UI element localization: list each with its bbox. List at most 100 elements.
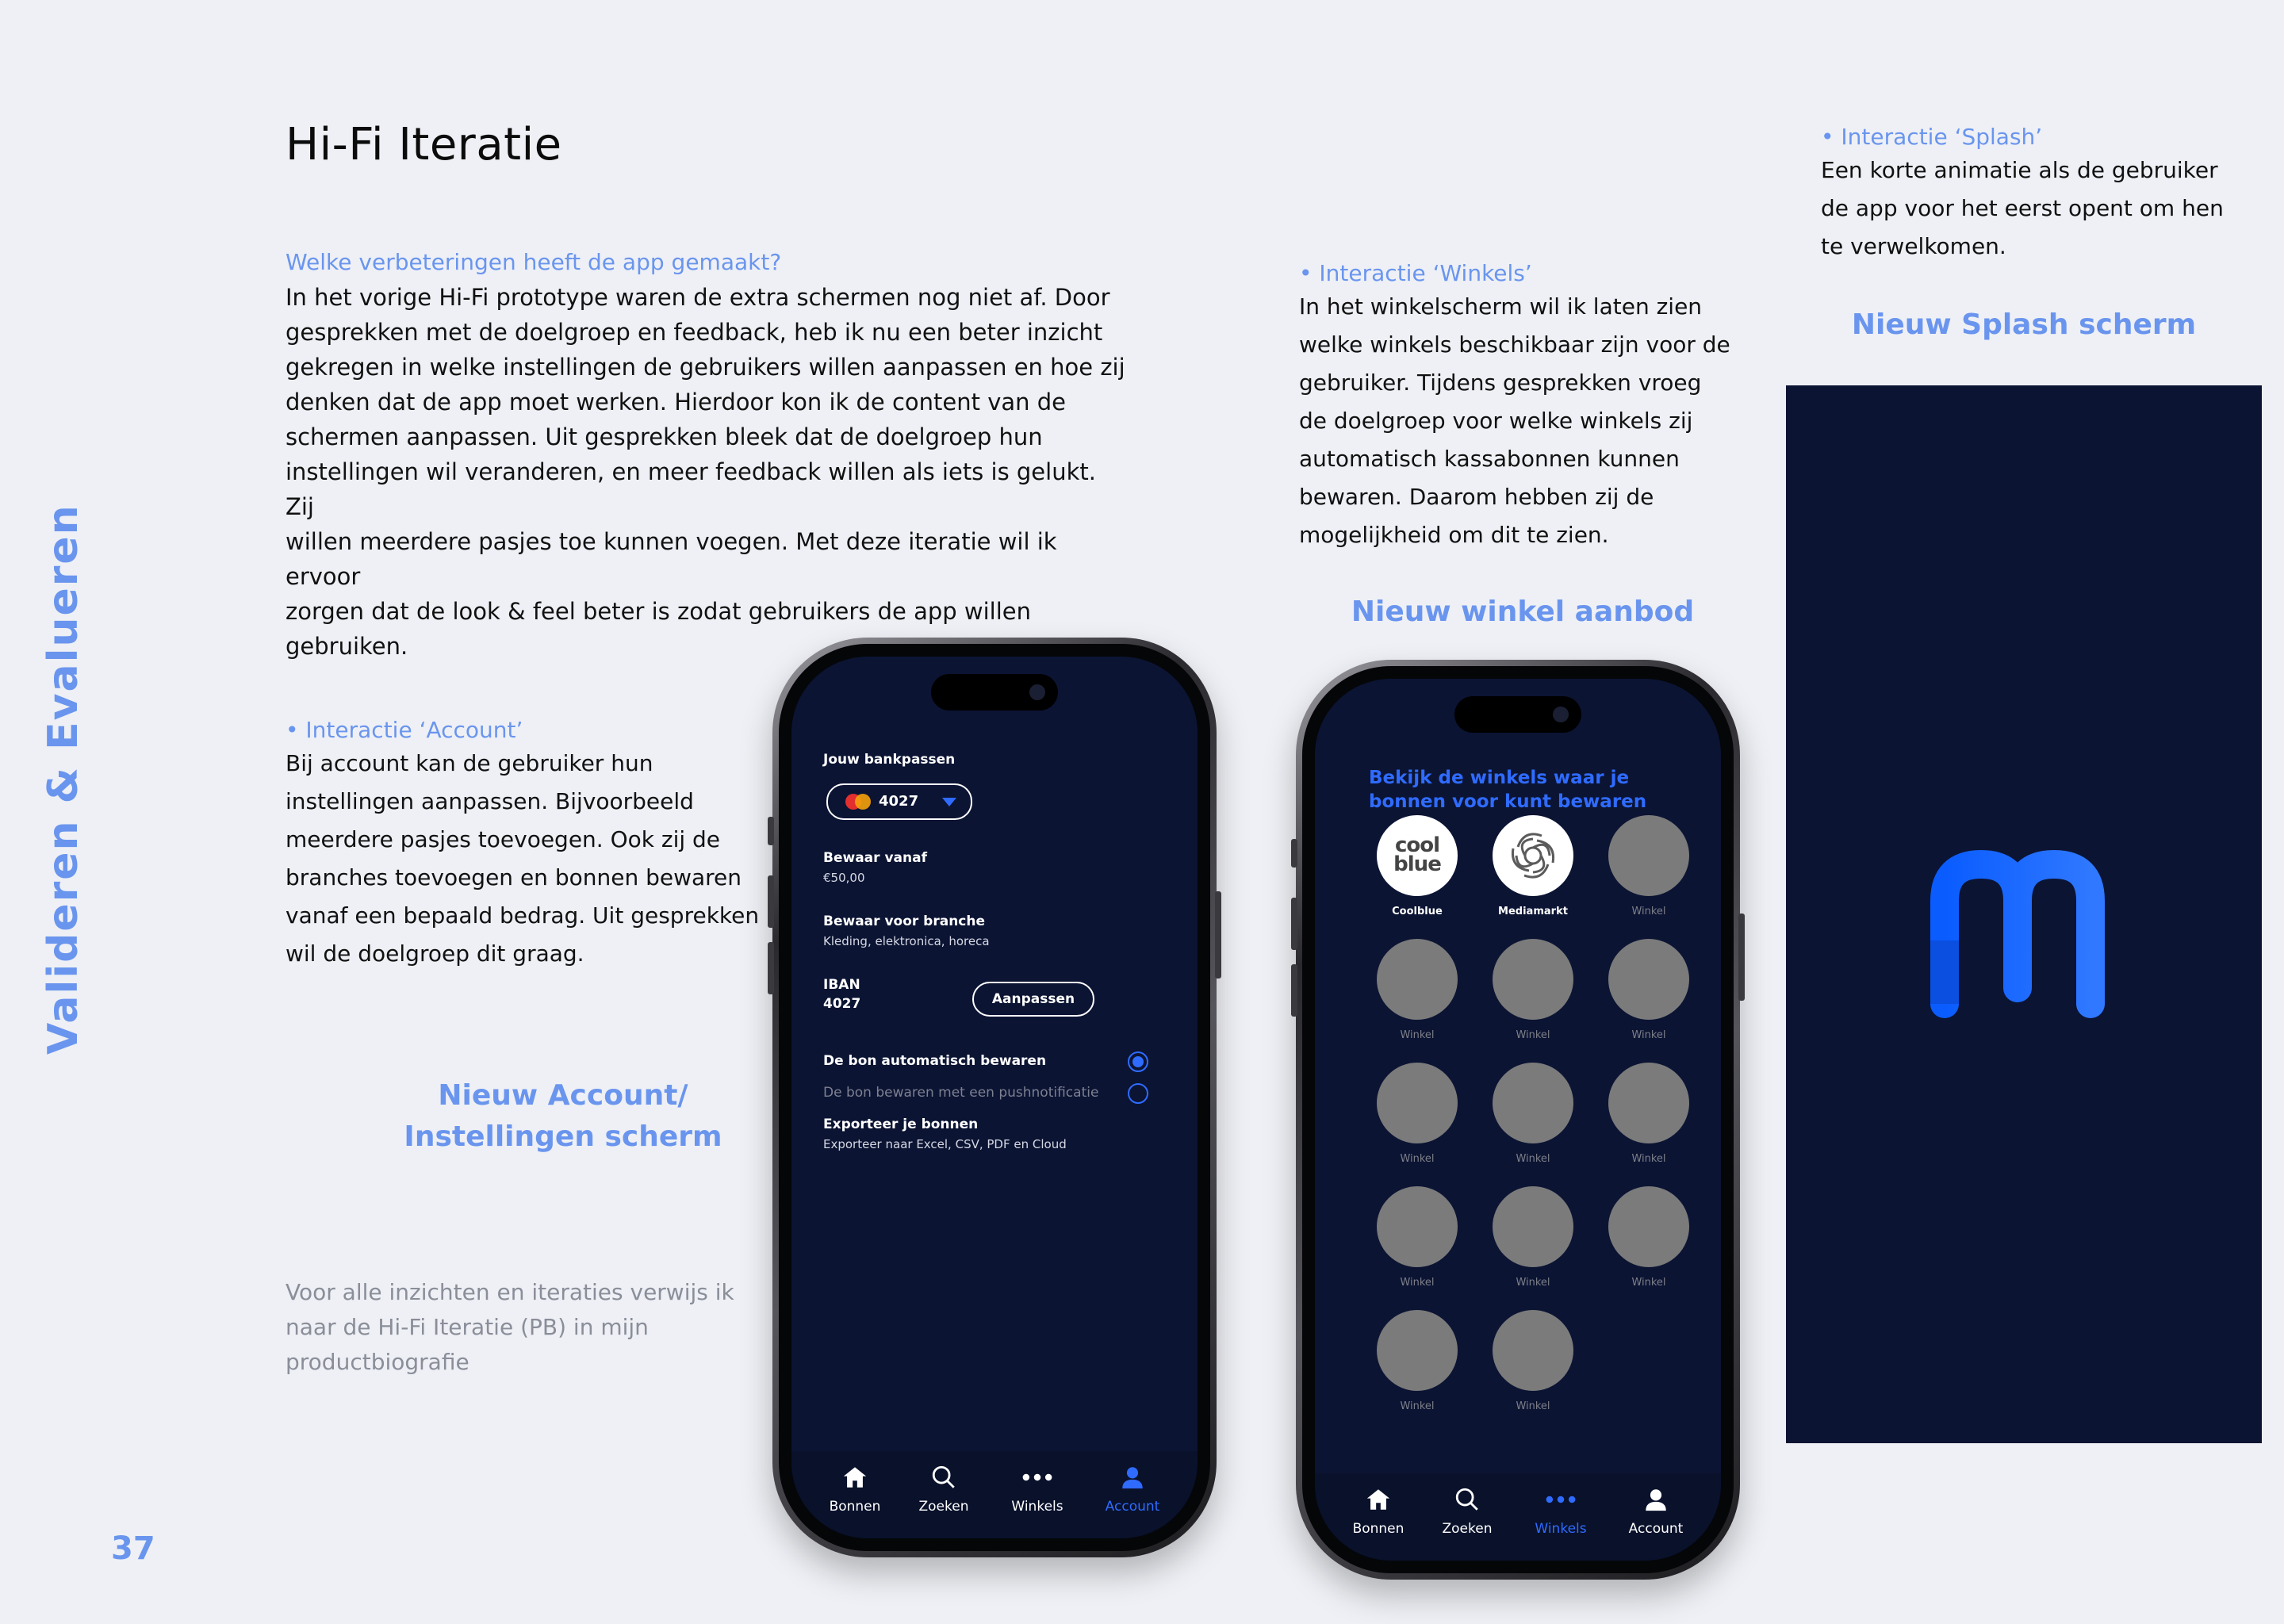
note-line: naar de Hi-Fi Iteratie (PB) in mijn [286, 1314, 649, 1340]
store-item[interactable]: Winkel [1605, 815, 1692, 917]
iban-label: IBAN [823, 977, 860, 993]
splash-section: • Interactie ‘Splash’ Een korte animatie… [1821, 124, 2265, 266]
store-name: Mediamarkt [1498, 906, 1568, 917]
winkels-section: • Interactie ‘Winkels’ In het winkelsche… [1299, 260, 1743, 554]
intro-line: willen meerdere pasjes toe kunnen voegen… [286, 528, 1057, 590]
tab-zoeken[interactable]: Zoeken [1428, 1486, 1507, 1537]
winkels-line: de doelgroep voor welke winkels zij [1299, 408, 1693, 434]
splash-line: Een korte animatie als de gebruiker [1821, 157, 2218, 183]
tab-label: Account [1628, 1521, 1684, 1537]
store-name: Winkel [1631, 1277, 1666, 1289]
store-item[interactable]: Winkel [1605, 939, 1692, 1041]
user-icon [1093, 1464, 1172, 1496]
store-placeholder [1493, 939, 1573, 1020]
more-dots-icon [998, 1464, 1077, 1496]
store-item[interactable]: Winkel [1489, 1186, 1577, 1289]
radio-push-save[interactable] [1128, 1083, 1148, 1104]
tab-label: Winkels [1535, 1521, 1587, 1537]
save-from-value[interactable]: €50,00 [823, 871, 865, 885]
home-icon [815, 1464, 895, 1496]
store-item[interactable]: Winkel [1489, 1063, 1577, 1165]
store-item[interactable]: Winkel [1374, 939, 1461, 1041]
store-placeholder [1377, 939, 1458, 1020]
store-placeholder [1493, 1063, 1573, 1143]
store-name: Winkel [1516, 1029, 1550, 1041]
account-line: Bij account kan de gebruiker hun [286, 750, 653, 776]
tab-account[interactable]: Account [1616, 1486, 1696, 1537]
store-name: Winkel [1516, 1153, 1550, 1165]
tab-label: Zoeken [918, 1499, 969, 1515]
cards-label: Jouw bankpassen [823, 752, 956, 768]
intro-line: gesprekken met de doelgroep en feedback,… [286, 319, 1103, 346]
store-name: Winkel [1516, 1277, 1550, 1289]
intro-line: gekregen in welke instellingen de gebrui… [286, 354, 1125, 381]
branch-label: Bewaar voor branche [823, 914, 986, 929]
stores-title: Bekijk de winkels waar je bonnen voor ku… [1369, 768, 1647, 812]
splash-paragraph: Een korte animatie als de gebruiker de a… [1821, 151, 2265, 266]
adjust-button[interactable]: Aanpassen [972, 982, 1094, 1017]
winkels-caption: Nieuw winkel aanbod [1351, 596, 1695, 628]
option-auto-save: De bon automatisch bewaren [823, 1053, 1047, 1069]
user-icon [1616, 1486, 1696, 1518]
radio-auto-save[interactable] [1128, 1051, 1148, 1072]
store-placeholder [1608, 1063, 1689, 1143]
search-icon [1428, 1486, 1507, 1518]
export-label[interactable]: Exporteer je bonnen [823, 1116, 978, 1132]
account-paragraph: Bij account kan de gebruiker hun instell… [286, 745, 761, 973]
store-placeholder [1493, 1186, 1573, 1267]
phone-stores: Bekijk de winkels waar je bonnen voor ku… [1291, 660, 1745, 1580]
store-mediamarkt[interactable]: Mediamarkt [1489, 815, 1577, 917]
store-item[interactable]: Winkel [1489, 939, 1577, 1041]
stores-tabbar: Bonnen Zoeken Winkels Account [1315, 1473, 1721, 1561]
phone-account: Jouw bankpassen 4027 Bewaar vanaf €50,00… [768, 638, 1221, 1557]
page-title: Hi-Fi Iteratie [286, 119, 562, 170]
store-name: Winkel [1631, 1153, 1666, 1165]
account-caption: Nieuw Account/ Instellingen scherm [365, 1075, 761, 1158]
bank-card-select[interactable]: 4027 [826, 783, 972, 820]
account-line: vanaf een bepaald bedrag. Uit gesprekken [286, 902, 760, 929]
stores-screen: Bekijk de winkels waar je bonnen voor ku… [1315, 679, 1721, 1561]
store-name: Winkel [1400, 1400, 1435, 1412]
winkels-heading: • Interactie ‘Winkels’ [1299, 260, 1532, 286]
app-logo-m [1930, 849, 2105, 1018]
store-item[interactable]: Winkel [1374, 1063, 1461, 1165]
splash-caption: Nieuw Splash scherm [1851, 308, 2197, 341]
splash-screen [1786, 385, 2262, 1443]
store-placeholder [1608, 815, 1689, 896]
store-item[interactable]: Winkel [1374, 1310, 1461, 1412]
tab-account[interactable]: Account [1093, 1464, 1172, 1515]
branch-value[interactable]: Kleding, elektronica, horeca [823, 934, 990, 948]
export-value: Exporteer naar Excel, CSV, PDF en Cloud [823, 1137, 1067, 1151]
splash-line: de app voor het eerst opent om hen [1821, 195, 2224, 221]
account-section: • Interactie ‘Account’ Bij account kan d… [286, 717, 761, 973]
store-coolblue[interactable]: cool blue Coolblue [1374, 815, 1461, 917]
store-item[interactable]: Winkel [1605, 1063, 1692, 1165]
store-name: Winkel [1631, 906, 1666, 917]
tab-winkels[interactable]: Winkels [1521, 1486, 1600, 1537]
card-number: 4027 [879, 793, 919, 810]
store-placeholder [1377, 1186, 1458, 1267]
tab-bonnen[interactable]: Bonnen [1339, 1486, 1418, 1537]
store-name: Winkel [1631, 1029, 1666, 1041]
store-item[interactable]: Winkel [1489, 1310, 1577, 1412]
tab-label: Zoeken [1442, 1521, 1493, 1537]
intro-question: Welke verbeteringen heeft de app gemaakt… [286, 249, 782, 275]
intro-block: Welke verbeteringen heeft de app gemaakt… [286, 249, 1126, 664]
intro-line: denken dat de app moet werken. Hierdoor … [286, 389, 1067, 416]
store-item[interactable]: Winkel [1605, 1186, 1692, 1289]
tab-label: Bonnen [1352, 1521, 1405, 1537]
tab-zoeken[interactable]: Zoeken [904, 1464, 983, 1515]
tab-bonnen[interactable]: Bonnen [815, 1464, 895, 1515]
store-item[interactable]: Winkel [1374, 1186, 1461, 1289]
account-caption-line: Instellingen scherm [404, 1120, 722, 1153]
search-icon [904, 1464, 983, 1496]
home-icon [1339, 1486, 1418, 1518]
account-line: meerdere pasjes toevoegen. Ook zij de [286, 826, 721, 852]
tab-winkels[interactable]: Winkels [998, 1464, 1077, 1515]
chevron-down-icon [942, 798, 956, 806]
iban-value: 4027 [823, 996, 861, 1012]
store-placeholder [1608, 1186, 1689, 1267]
tab-label: Bonnen [829, 1499, 881, 1515]
option-push-save: De bon bewaren met een pushnotificatie [823, 1085, 1099, 1101]
account-tabbar: Bonnen Zoeken Winkels Account [791, 1451, 1198, 1538]
